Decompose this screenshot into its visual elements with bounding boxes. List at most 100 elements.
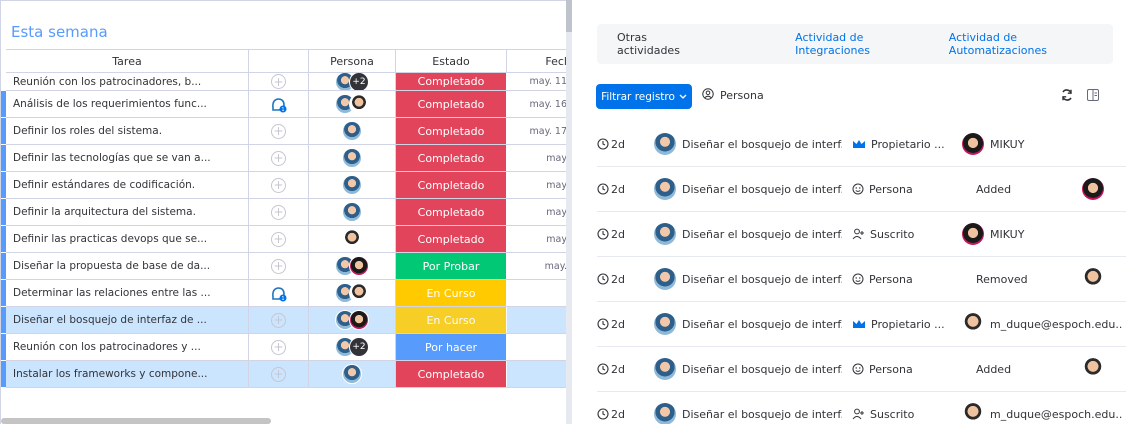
user-avatar[interactable]: [654, 268, 676, 290]
user-avatar[interactable]: [654, 313, 676, 335]
column-header-date[interactable]: Fecl: [507, 50, 568, 72]
person-cell[interactable]: [309, 118, 396, 144]
task-name-cell[interactable]: Definir estándares de codificación.: [1, 172, 249, 198]
add-update-icon[interactable]: +: [271, 204, 286, 220]
date-cell[interactable]: [507, 361, 568, 387]
conversation-icon[interactable]: 1: [270, 285, 287, 302]
status-label[interactable]: Completado: [396, 226, 507, 252]
activity-row[interactable]: 2d Diseñar el bosquejo de interf... Suscri…: [597, 392, 1126, 424]
activity-row[interactable]: 2d Diseñar el bosquejo de interf... Propie…: [597, 122, 1126, 167]
add-update-icon[interactable]: +: [271, 177, 286, 193]
updates-cell[interactable]: +: [249, 73, 309, 90]
add-update-icon[interactable]: +: [271, 150, 286, 166]
filter-log-button[interactable]: Filtrar registro: [596, 84, 692, 109]
updates-cell[interactable]: +: [249, 361, 309, 387]
date-cell[interactable]: may: [507, 226, 568, 252]
panel-splitter[interactable]: [566, 0, 572, 424]
status-label[interactable]: Completado: [396, 172, 507, 198]
table-row[interactable]: Reunión con los patrocinadores, b... + +2 C…: [6, 73, 568, 91]
updates-cell[interactable]: +: [249, 334, 309, 360]
column-header-person[interactable]: Persona: [309, 50, 396, 72]
task-name-cell[interactable]: Análisis de los requerimientos func...: [1, 91, 249, 117]
date-cell[interactable]: [507, 280, 568, 306]
tab-other-activities[interactable]: Otras actividades: [617, 31, 710, 57]
person-cell[interactable]: +2: [309, 334, 396, 360]
updates-cell[interactable]: +: [249, 145, 309, 171]
group-title[interactable]: Esta semana: [11, 23, 108, 41]
add-update-icon[interactable]: +: [271, 312, 286, 328]
add-update-icon[interactable]: +: [271, 123, 286, 139]
person-cell[interactable]: [309, 199, 396, 225]
refresh-icon[interactable]: [1060, 88, 1074, 102]
task-name-cell[interactable]: Reunión con los patrocinadores y ...: [1, 334, 249, 360]
table-row[interactable]: Análisis de los requerimientos func... 1 C…: [1, 91, 568, 118]
horizontal-scrollbar[interactable]: [1, 418, 271, 424]
split-view-icon[interactable]: [1086, 88, 1100, 102]
activity-item-name[interactable]: Diseñar el bosquejo de interf...: [682, 363, 842, 376]
updates-cell[interactable]: +: [249, 226, 309, 252]
status-label[interactable]: Completado: [396, 199, 507, 225]
person-cell[interactable]: [309, 226, 396, 252]
add-update-icon[interactable]: +: [271, 366, 286, 382]
date-cell[interactable]: [507, 334, 568, 360]
tab-automations-activity[interactable]: Actividad de Automatizaciones: [949, 31, 1113, 57]
tab-integrations-activity[interactable]: Actividad de Integraciones: [795, 31, 937, 57]
person-cell[interactable]: +2: [309, 73, 396, 90]
person-cell[interactable]: [309, 280, 396, 306]
user-avatar[interactable]: [654, 133, 676, 155]
updates-cell[interactable]: +: [249, 253, 309, 279]
splitter-thumb[interactable]: [566, 0, 572, 32]
person-cell[interactable]: [309, 145, 396, 171]
task-name-cell[interactable]: Diseñar la propuesta de base de da...: [1, 253, 249, 279]
updates-cell[interactable]: 1: [249, 91, 309, 117]
column-header-state[interactable]: Estado: [396, 50, 507, 72]
status-label[interactable]: Por hacer: [396, 334, 507, 360]
activity-item-name[interactable]: Diseñar el bosquejo de interf...: [682, 228, 842, 241]
updates-cell[interactable]: +: [249, 307, 309, 333]
status-label[interactable]: Completado: [396, 73, 507, 90]
activity-item-name[interactable]: Diseñar el bosquejo de interf...: [682, 138, 842, 151]
table-row[interactable]: Diseñar el bosquejo de interfaz de ... + E…: [1, 307, 568, 334]
table-row[interactable]: Definir los roles del sistema. + Completad…: [1, 118, 568, 145]
status-label[interactable]: Completado: [396, 361, 507, 387]
task-name-cell[interactable]: Reunión con los patrocinadores, b...: [6, 73, 249, 90]
table-row[interactable]: Diseñar la propuesta de base de da... + Po…: [1, 253, 568, 280]
person-cell[interactable]: [309, 361, 396, 387]
add-update-icon[interactable]: +: [271, 339, 286, 355]
date-cell[interactable]: may: [507, 199, 568, 225]
updates-cell[interactable]: +: [249, 172, 309, 198]
status-label[interactable]: En Curso: [396, 280, 507, 306]
user-avatar[interactable]: [654, 223, 676, 245]
status-label[interactable]: Completado: [396, 91, 507, 117]
activity-row[interactable]: 2d Diseñar el bosquejo de interf... Person…: [597, 167, 1126, 212]
user-avatar[interactable]: [654, 358, 676, 380]
add-update-icon[interactable]: +: [271, 231, 286, 247]
task-name-cell[interactable]: Definir las tecnologías que se van a...: [1, 145, 249, 171]
person-cell[interactable]: [309, 253, 396, 279]
date-cell[interactable]: may. 11: [507, 73, 568, 90]
date-cell[interactable]: may.: [507, 253, 568, 279]
date-cell[interactable]: may: [507, 145, 568, 171]
updates-cell[interactable]: 1: [249, 280, 309, 306]
person-cell[interactable]: [309, 91, 396, 117]
date-cell[interactable]: [507, 307, 568, 333]
table-row[interactable]: Reunión con los patrocinadores y ... + +2 P…: [1, 334, 568, 361]
activity-row[interactable]: 2d Diseñar el bosquejo de interf... Suscri…: [597, 212, 1126, 257]
add-update-icon[interactable]: +: [271, 258, 286, 274]
user-avatar[interactable]: [654, 178, 676, 200]
add-update-icon[interactable]: +: [271, 74, 286, 89]
table-row[interactable]: Instalar los frameworks y compone... + Com…: [1, 361, 568, 388]
status-label[interactable]: Por Probar: [396, 253, 507, 279]
activity-row[interactable]: 2d Diseñar el bosquejo de interf... Person…: [597, 347, 1126, 392]
updates-cell[interactable]: +: [249, 118, 309, 144]
activity-item-name[interactable]: Diseñar el bosquejo de interf...: [682, 273, 842, 286]
conversation-icon[interactable]: 1: [270, 96, 287, 113]
activity-item-name[interactable]: Diseñar el bosquejo de interf...: [682, 408, 842, 421]
date-cell[interactable]: may. 17: [507, 118, 568, 144]
user-avatar[interactable]: [654, 403, 676, 424]
updates-cell[interactable]: +: [249, 199, 309, 225]
column-header-task[interactable]: Tarea: [6, 50, 249, 72]
activity-item-name[interactable]: Diseñar el bosquejo de interf...: [682, 318, 842, 331]
status-label[interactable]: Completado: [396, 145, 507, 171]
task-name-cell[interactable]: Definir las practicas devops que se...: [1, 226, 249, 252]
